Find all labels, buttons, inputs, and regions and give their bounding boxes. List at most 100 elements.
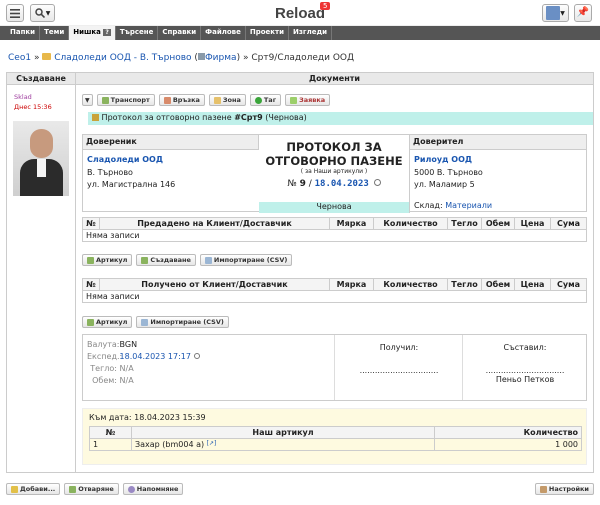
clock-icon	[127, 485, 135, 493]
transport-label: Транспорт	[110, 96, 150, 104]
external-link-icon[interactable]: [↗]	[207, 440, 217, 447]
settings-button[interactable]: Настройки	[534, 483, 594, 495]
row-no: 1	[89, 438, 132, 451]
column-documents: Документи	[76, 73, 593, 85]
expedition-label: Експед.:	[87, 352, 123, 361]
zone-label: Зона	[222, 96, 241, 104]
expedition-value[interactable]: 18.04.2023 17:17	[120, 352, 191, 361]
tab-projects[interactable]: Проекти	[246, 26, 289, 40]
col-price: Цена	[514, 217, 551, 230]
building-icon	[197, 53, 205, 60]
stock-table: № Наш артикул Количество 1 Захар (bm004 …	[89, 426, 582, 451]
tab-topics[interactable]: Теми	[40, 26, 70, 40]
tab-reports[interactable]: Справки	[158, 26, 202, 40]
create-icon	[141, 256, 149, 264]
col-no: №	[82, 217, 100, 230]
main-panel: Създаване Документи Sklad Днес 15:36 ▼ Т…	[6, 72, 594, 473]
breadcrumb-paren: )	[236, 53, 241, 63]
composed-signature: Съставил: ..............................…	[463, 335, 587, 400]
article-icon	[87, 256, 94, 264]
add-more-button[interactable]: Добави...	[6, 483, 61, 495]
top-bar: ▼ Reload 5 ▼ 📌	[0, 0, 600, 26]
col-weight: Тегло	[447, 278, 482, 291]
add-article-button[interactable]: Артикул	[82, 254, 133, 266]
handed-table: № Предадено на Клиент/Доставчик Мярка Ко…	[82, 217, 587, 242]
parties-block: Довереник Сладоледи ООД В. Търново ул. М…	[82, 134, 587, 213]
check-icon	[290, 96, 298, 104]
truck-icon	[101, 96, 109, 104]
protocol-number: 9	[299, 179, 306, 189]
pin-button[interactable]: 📌	[574, 4, 592, 22]
protocol-date: 18.04.2023	[314, 179, 369, 189]
meta-block: Валута: BGN Експед.: 18.04.2023 17:17 Те…	[83, 335, 335, 400]
notification-badge[interactable]: 5	[320, 2, 331, 10]
empty-message: Няма записи	[82, 290, 587, 303]
row-article: Захар (bm004 а) [↗]	[131, 438, 435, 451]
col-volume: Обем	[481, 217, 515, 230]
note-prefix: Протокол за отговорно пазене	[101, 113, 232, 122]
add-article-label: Артикул	[96, 256, 128, 264]
import-csv-button[interactable]: Импортиране (CSV)	[199, 254, 293, 266]
document-title-bar: Протокол за отговорно пазене #Срт9 (Черн…	[88, 112, 593, 125]
depositor-name[interactable]: Сладоледи ООД	[87, 155, 163, 164]
import-csv-label: Импортиране (CSV)	[213, 256, 288, 264]
request-button[interactable]: Заявка	[285, 94, 331, 106]
table-row: 1 Захар (bm004 а) [↗] 1 000	[89, 438, 582, 451]
chevron-down-icon: ▼	[85, 96, 90, 104]
breadcrumb-root[interactable]: Сео1	[8, 53, 31, 63]
creator-column: Sklad Днес 15:36	[7, 85, 76, 472]
column-creation: Създаване	[7, 73, 76, 85]
table-row: Няма записи	[82, 229, 587, 242]
col-item: Предадено на Клиент/Доставчик	[99, 217, 330, 230]
col-weight: Тегло	[447, 217, 482, 230]
tab-views[interactable]: Изгледи	[289, 26, 332, 40]
col-unit: Мярка	[329, 278, 374, 291]
create-button[interactable]: Създаване	[136, 254, 196, 266]
chevron-down-icon: ▼	[560, 9, 565, 17]
breadcrumb: Сео1 » Сладоледи ООД - В. Търново (Фирма…	[8, 53, 354, 63]
creator-name[interactable]: Sklad	[14, 93, 32, 101]
avatar	[13, 121, 69, 196]
add-article-button[interactable]: Артикул	[82, 316, 133, 328]
open-button[interactable]: Отваряне	[64, 483, 119, 495]
received-actions: Артикул Импортиране (CSV)	[82, 316, 229, 328]
protocol-subtitle: ( за Наши артикули )	[300, 168, 368, 175]
col-no: №	[89, 426, 132, 439]
col-volume: Обем	[481, 278, 515, 291]
zone-button[interactable]: Зона	[208, 94, 246, 106]
link-button[interactable]: Връзка	[158, 94, 205, 106]
info-icon[interactable]	[193, 353, 200, 359]
col-qty: Количество	[373, 217, 448, 230]
depositor-street: ул. Магистрална 146	[87, 180, 176, 189]
tag-button[interactable]: Таг	[249, 94, 282, 106]
hand-icon	[213, 96, 221, 104]
toolbar-menu-button[interactable]: ▼	[82, 94, 93, 106]
import-csv-button[interactable]: Импортиране (CSV)	[136, 316, 229, 328]
protocol-status: Чернова	[259, 202, 409, 213]
row-article-name[interactable]: Захар (bm004 а)	[135, 440, 204, 449]
tab-files[interactable]: Файлове	[201, 26, 246, 40]
folder-icon	[42, 53, 52, 60]
app-title: Reload	[274, 5, 325, 22]
note-number: #Срт9	[234, 113, 263, 122]
tab-search[interactable]: Търсене	[116, 26, 159, 40]
currency-value: BGN	[119, 340, 138, 349]
col-sum: Сума	[550, 278, 587, 291]
info-icon[interactable]	[373, 179, 381, 186]
tab-thread-label: Нишка	[73, 28, 101, 36]
transport-button[interactable]: Транспорт	[96, 94, 155, 106]
help-icon[interactable]: ?	[103, 29, 111, 36]
main-tabs: Папки Теми Нишка ? Търсене Справки Файло…	[0, 26, 600, 40]
tab-thread[interactable]: Нишка ?	[69, 26, 116, 40]
warehouse-value[interactable]: Материали	[445, 201, 492, 210]
tab-folders[interactable]: Папки	[6, 26, 41, 40]
settings-label: Настройки	[548, 485, 589, 493]
user-button[interactable]: ▼	[542, 4, 569, 22]
depositor-header: Довереник	[83, 135, 259, 150]
breadcrumb-company[interactable]: Сладоледи ООД - В. Търново	[54, 53, 191, 63]
trustee-name[interactable]: Рилоуд ООД	[414, 155, 472, 164]
breadcrumb-type[interactable]: Фирма	[205, 53, 237, 63]
reminder-button[interactable]: Напомняне	[122, 483, 184, 495]
col-sum: Сума	[550, 217, 587, 230]
col-price: Цена	[514, 278, 551, 291]
